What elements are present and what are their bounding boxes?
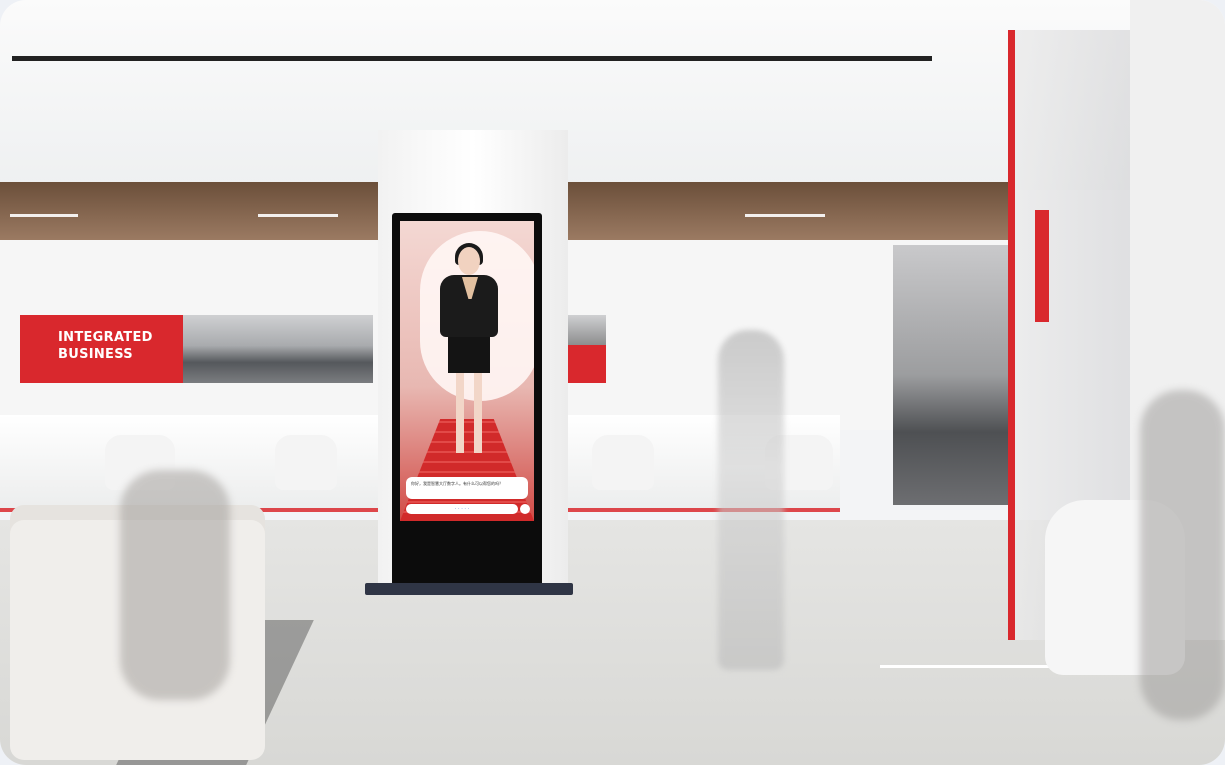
city-skyline-mural [183, 315, 373, 383]
chair [275, 435, 337, 490]
kiosk-voice-bar[interactable]: · · · · · [406, 504, 518, 514]
red-partition-post [1008, 30, 1015, 640]
city-skyline-panel [893, 245, 1010, 505]
avatar-leg [456, 373, 464, 453]
walking-person-blurred [718, 330, 784, 670]
chair [592, 435, 654, 490]
ceiling-light [258, 214, 338, 217]
person-blurred-right [1140, 390, 1225, 720]
ceiling-light [10, 214, 78, 217]
avatar-leg [474, 373, 482, 453]
photo-frame: INTEGRATED BUSINESS 你好，我是智慧大厅数字人。有什么可以帮您… [0, 0, 1225, 765]
avatar-head [458, 247, 480, 275]
integrated-business-sign: INTEGRATED BUSINESS [20, 315, 183, 383]
microphone-icon[interactable] [520, 504, 530, 514]
sign-line-1: INTEGRATED [58, 330, 153, 345]
sign-line-2: BUSINESS [58, 347, 133, 362]
ceiling-light-strip [12, 56, 932, 61]
kiosk-subtitle-bubble: 你好，我是智慧大厅数字人。有什么可以帮您的吗？ [406, 477, 528, 499]
red-number-one [1035, 210, 1049, 322]
kiosk-base [365, 583, 573, 595]
avatar-skirt [448, 337, 490, 373]
ceiling-light [745, 214, 825, 217]
red-sign-fragment [568, 345, 606, 383]
kiosk-screen: 你好，我是智慧大厅数字人。有什么可以帮您的吗？ · · · · · [400, 221, 534, 521]
seated-person-blurred [120, 470, 230, 700]
